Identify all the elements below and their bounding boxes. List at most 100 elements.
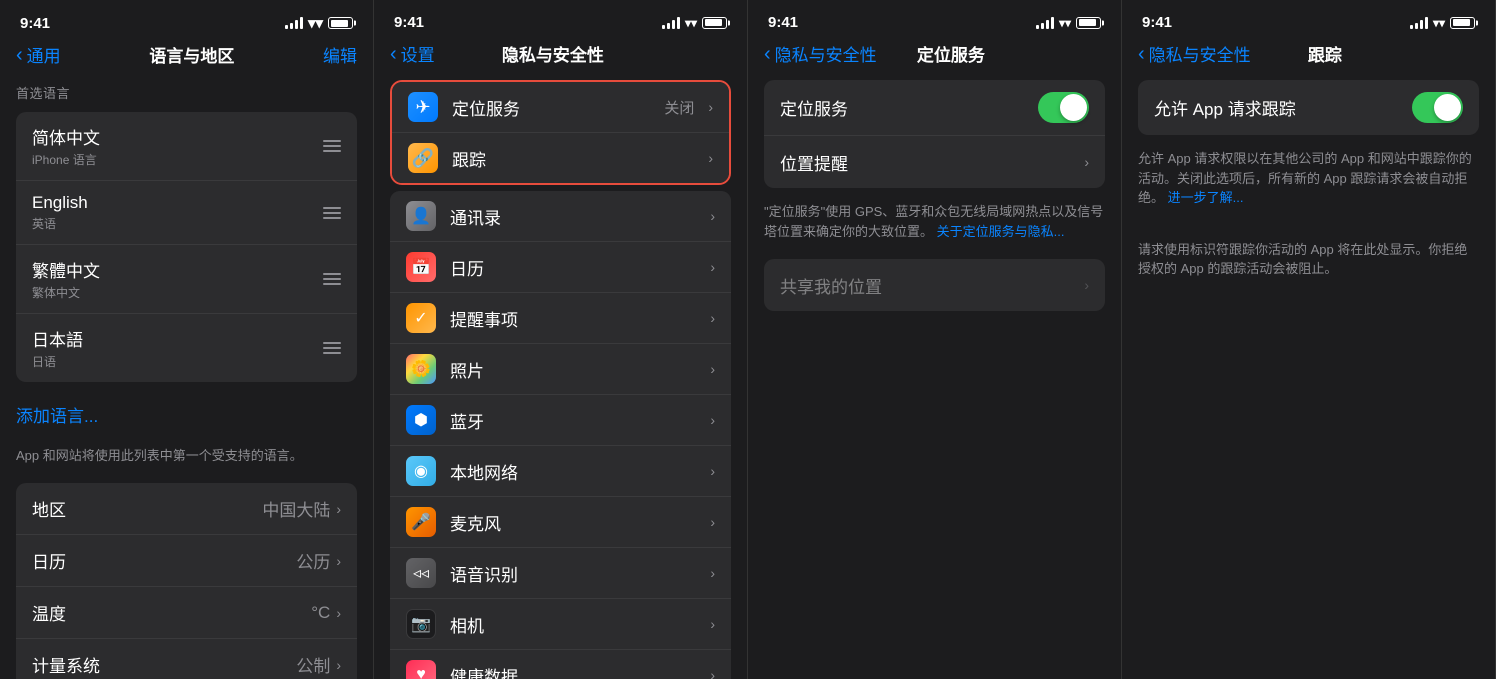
lang-drag-english[interactable] <box>323 207 341 219</box>
screen-content-4: 允许 App 请求跟踪 允许 App 请求权限以在其他公司的 App 和网站中跟… <box>1122 74 1495 679</box>
contacts-item[interactable]: 👤 通讯录 › <box>390 191 731 242</box>
photos-item[interactable]: 🌼 照片 › <box>390 344 731 395</box>
contacts-icon: 👤 <box>406 201 436 231</box>
nav-bar-3: ‹ 隐私与安全性 定位服务 <box>748 37 1121 74</box>
localnetwork-label: 本地网络 <box>450 459 696 484</box>
signal-icon-4 <box>1410 17 1428 29</box>
list-item-english[interactable]: English 英语 <box>16 181 357 245</box>
back-button-4[interactable]: ‹ 隐私与安全性 <box>1138 41 1251 66</box>
health-icon: ♥ <box>406 660 436 679</box>
reminders-label: 提醒事项 <box>450 306 696 331</box>
calendar-icon: 📅 <box>406 252 436 282</box>
localnetwork-chevron: › <box>710 463 715 479</box>
tracking-icon: 🔗 <box>408 143 438 173</box>
location-learn-more-link[interactable]: 关于定位服务与隐私... <box>937 224 1065 239</box>
back-chevron-4: ‹ <box>1138 44 1145 64</box>
back-button-2[interactable]: ‹ 设置 <box>390 41 435 66</box>
lang-info-japanese: 日本語 日语 <box>32 326 83 370</box>
drag-handle-japanese <box>323 342 341 354</box>
lang-name-japanese: 日本語 <box>32 326 83 351</box>
list-item-simplified-chinese[interactable]: 简体中文 iPhone 语言 <box>16 112 357 181</box>
wifi-icon-3: ▾▾ <box>1059 16 1071 30</box>
back-chevron-1: ‹ <box>16 45 23 65</box>
toggle-knob-tracking <box>1434 94 1461 121</box>
battery-icon-2 <box>702 17 727 29</box>
contacts-label: 通讯录 <box>450 204 696 229</box>
status-icons-1: ▾▾ <box>285 14 353 32</box>
location-chevron: › <box>708 99 713 115</box>
microphone-icon: 🎤 <box>406 507 436 537</box>
toggle-knob-location <box>1060 94 1087 121</box>
location-reminder-item[interactable]: 位置提醒 › <box>764 136 1105 188</box>
location-value: 关闭 <box>664 97 694 118</box>
lang-drag-simplified[interactable] <box>323 140 341 152</box>
allow-tracking-item[interactable]: 允许 App 请求跟踪 <box>1138 80 1479 135</box>
location-toggle[interactable] <box>1038 92 1089 123</box>
wifi-icon-2: ▾▾ <box>685 16 697 30</box>
nav-title-2: 隐私与安全性 <box>502 41 604 66</box>
reminders-item[interactable]: ✓ 提醒事项 › <box>390 293 731 344</box>
back-chevron-3: ‹ <box>764 44 771 64</box>
speech-chevron: › <box>710 565 715 581</box>
location-main-list: 定位服务 位置提醒 › <box>764 80 1105 188</box>
camera-item[interactable]: 📷 相机 › <box>390 599 731 650</box>
tracking-toggle[interactable] <box>1412 92 1463 123</box>
status-time-4: 9:41 <box>1142 14 1172 31</box>
shared-location-item[interactable]: 共享我的位置 › <box>764 259 1105 311</box>
list-item-japanese[interactable]: 日本語 日语 <box>16 314 357 382</box>
back-button-3[interactable]: ‹ 隐私与安全性 <box>764 41 877 66</box>
lang-drag-traditional[interactable] <box>323 273 341 285</box>
microphone-item[interactable]: 🎤 麦克风 › <box>390 497 731 548</box>
location-toggle-item[interactable]: 定位服务 <box>764 80 1105 136</box>
calendar-label: 日历 <box>32 548 66 573</box>
status-bar-2: 9:41 ▾▾ <box>374 0 747 37</box>
camera-chevron: › <box>710 616 715 632</box>
temperature-label: 温度 <box>32 600 66 625</box>
measure-value-text: 公制 <box>296 652 330 677</box>
calendar-value-text: 公历 <box>296 548 330 573</box>
screen-privacy: 9:41 ▾▾ ‹ 设置 隐私与安全性 ✈ 定位服务 关闭 › <box>374 0 748 679</box>
calendar-item[interactable]: 日历 公历 › <box>16 535 357 587</box>
status-bar-4: 9:41 ▾▾ <box>1122 0 1495 37</box>
temperature-item[interactable]: 温度 °C › <box>16 587 357 639</box>
health-chevron: › <box>710 667 715 679</box>
shared-location-label: 共享我的位置 <box>780 273 882 298</box>
location-services-item[interactable]: ✈ 定位服务 关闭 › <box>392 82 729 133</box>
camera-icon: 📷 <box>406 609 436 639</box>
health-item[interactable]: ♥ 健康数据 › <box>390 650 731 679</box>
calendar-item-privacy[interactable]: 📅 日历 › <box>390 242 731 293</box>
add-language-button[interactable]: 添加语言... <box>0 388 373 441</box>
lang-info-english: English 英语 <box>32 193 88 232</box>
shared-location-chevron: › <box>1084 277 1089 293</box>
status-icons-2: ▾▾ <box>662 16 727 30</box>
reminder-chevron: › <box>1084 154 1089 170</box>
measure-item[interactable]: 计量系统 公制 › <box>16 639 357 679</box>
wifi-icon-1: ▾▾ <box>308 14 323 32</box>
speech-label: 语音识别 <box>450 561 696 586</box>
tracking-item[interactable]: 🔗 跟踪 › <box>392 133 729 183</box>
speech-item[interactable]: ◃◃ 语音识别 › <box>390 548 731 599</box>
app-permissions-list: 👤 通讯录 › 📅 日历 › ✓ 提醒事项 › 🌼 照片 › ⬢ 蓝牙 <box>390 191 731 679</box>
tracking-desc2-text: 请求使用标识符跟踪你活动的 App 将在此处显示。你拒绝授权的 App 的跟踪活… <box>1138 242 1467 277</box>
back-label-1: 通用 <box>27 42 61 67</box>
camera-label: 相机 <box>450 612 696 637</box>
lang-info-traditional: 繁體中文 繁体中文 <box>32 257 100 301</box>
drag-handle-traditional <box>323 273 341 285</box>
edit-button-1[interactable]: 编辑 <box>323 42 357 67</box>
localnetwork-item[interactable]: ◉ 本地网络 › <box>390 446 731 497</box>
location-icon: ✈ <box>408 92 438 122</box>
nav-title-1: 语言与地区 <box>149 42 234 67</box>
tracking-learn-more-link[interactable]: 进一步了解... <box>1168 190 1244 205</box>
bluetooth-item[interactable]: ⬢ 蓝牙 › <box>390 395 731 446</box>
photos-label: 照片 <box>450 357 696 382</box>
microphone-label: 麦克风 <box>450 510 696 535</box>
calendar-value: 公历 › <box>296 548 341 573</box>
bluetooth-label: 蓝牙 <box>450 408 696 433</box>
list-item-traditional-chinese[interactable]: 繁體中文 繁体中文 <box>16 245 357 314</box>
back-label-2: 设置 <box>401 41 435 66</box>
screen-tracking: 9:41 ▾▾ ‹ 隐私与安全性 跟踪 允许 App 请求跟踪 <box>1122 0 1496 679</box>
region-item[interactable]: 地区 中国大陆 › <box>16 483 357 535</box>
lang-drag-japanese[interactable] <box>323 342 341 354</box>
localnetwork-icon: ◉ <box>406 456 436 486</box>
back-button-1[interactable]: ‹ 通用 <box>16 42 61 67</box>
